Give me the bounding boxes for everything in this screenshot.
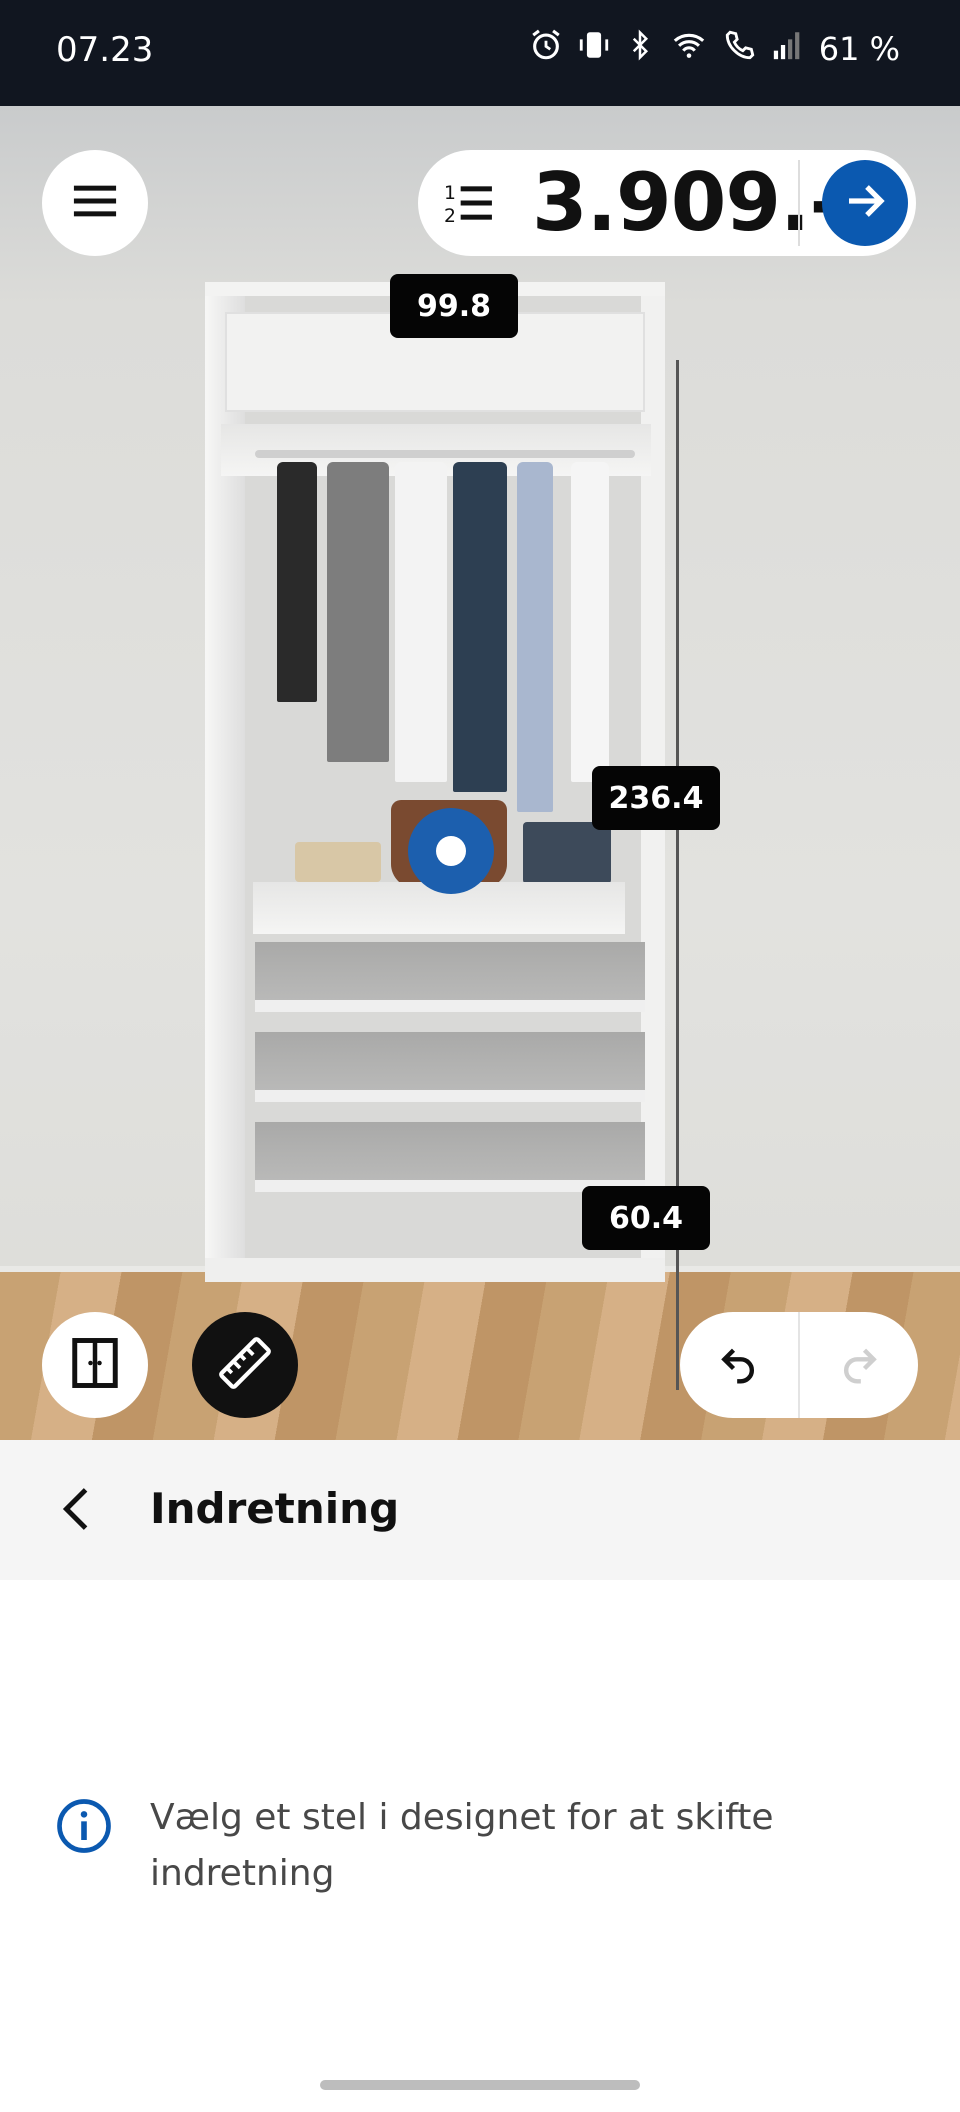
hamburger-icon xyxy=(72,181,118,226)
wardrobe-doors-icon xyxy=(68,1336,122,1395)
chevron-left-icon xyxy=(59,1486,93,1537)
wifi-call-icon xyxy=(723,28,757,70)
wardrobe-3d-view[interactable]: 99.8 236.4 60.4 xyxy=(0,106,960,1440)
toggle-doors-button[interactable] xyxy=(42,1312,148,1418)
status-bar: 07.23 61 % xyxy=(0,0,960,106)
signal-icon xyxy=(771,28,805,70)
depth-dimension-label: 60.4 xyxy=(582,1186,710,1250)
svg-text:2: 2 xyxy=(444,206,456,227)
back-button[interactable] xyxy=(46,1476,106,1546)
ruler-icon xyxy=(217,1335,273,1396)
garment xyxy=(395,462,447,782)
panel-header: Indretning xyxy=(0,1440,960,1580)
info-icon xyxy=(56,1798,112,1854)
info-text: Vælg et stel i designet for at skifte in… xyxy=(150,1797,774,1894)
next-step-button[interactable] xyxy=(822,160,908,246)
measurements-toggle-button[interactable] xyxy=(192,1312,298,1418)
status-icons: 61 % xyxy=(529,28,900,70)
price-bar: 12 3.909.- xyxy=(418,150,916,256)
selection-hotspot[interactable] xyxy=(408,808,494,894)
vibrate-icon xyxy=(577,28,611,70)
garment xyxy=(327,462,389,762)
wifi-icon xyxy=(669,28,709,70)
clothes-rail xyxy=(255,450,635,458)
panel-title: Indretning xyxy=(150,1484,400,1533)
menu-button[interactable] xyxy=(42,150,148,256)
battery-level: 61 % xyxy=(818,30,900,68)
redo-button[interactable] xyxy=(800,1312,918,1418)
garment xyxy=(571,462,609,782)
svg-text:1: 1 xyxy=(444,183,456,204)
pull-out-tray xyxy=(255,1032,645,1102)
folded-clothes xyxy=(523,822,611,884)
garment xyxy=(517,462,553,812)
garment xyxy=(453,462,507,792)
undo-icon xyxy=(717,1341,761,1390)
pull-out-tray xyxy=(255,1122,645,1192)
undo-button[interactable] xyxy=(680,1312,798,1418)
garment xyxy=(277,462,317,702)
pull-out-tray xyxy=(255,942,645,1012)
height-dimension-label: 236.4 xyxy=(592,766,720,830)
home-indicator[interactable] xyxy=(320,2080,640,2090)
bluetooth-icon xyxy=(625,28,655,70)
width-dimension-label: 99.8 xyxy=(390,274,518,338)
total-price: 3.909.- xyxy=(532,156,843,249)
redo-icon xyxy=(837,1341,881,1390)
alarm-icon xyxy=(529,28,563,70)
undo-redo-group xyxy=(680,1312,918,1418)
folded-clothes xyxy=(295,842,381,882)
numbered-list-icon[interactable]: 12 xyxy=(444,178,494,228)
arrow-right-icon xyxy=(841,177,889,230)
status-time: 07.23 xyxy=(56,30,154,70)
